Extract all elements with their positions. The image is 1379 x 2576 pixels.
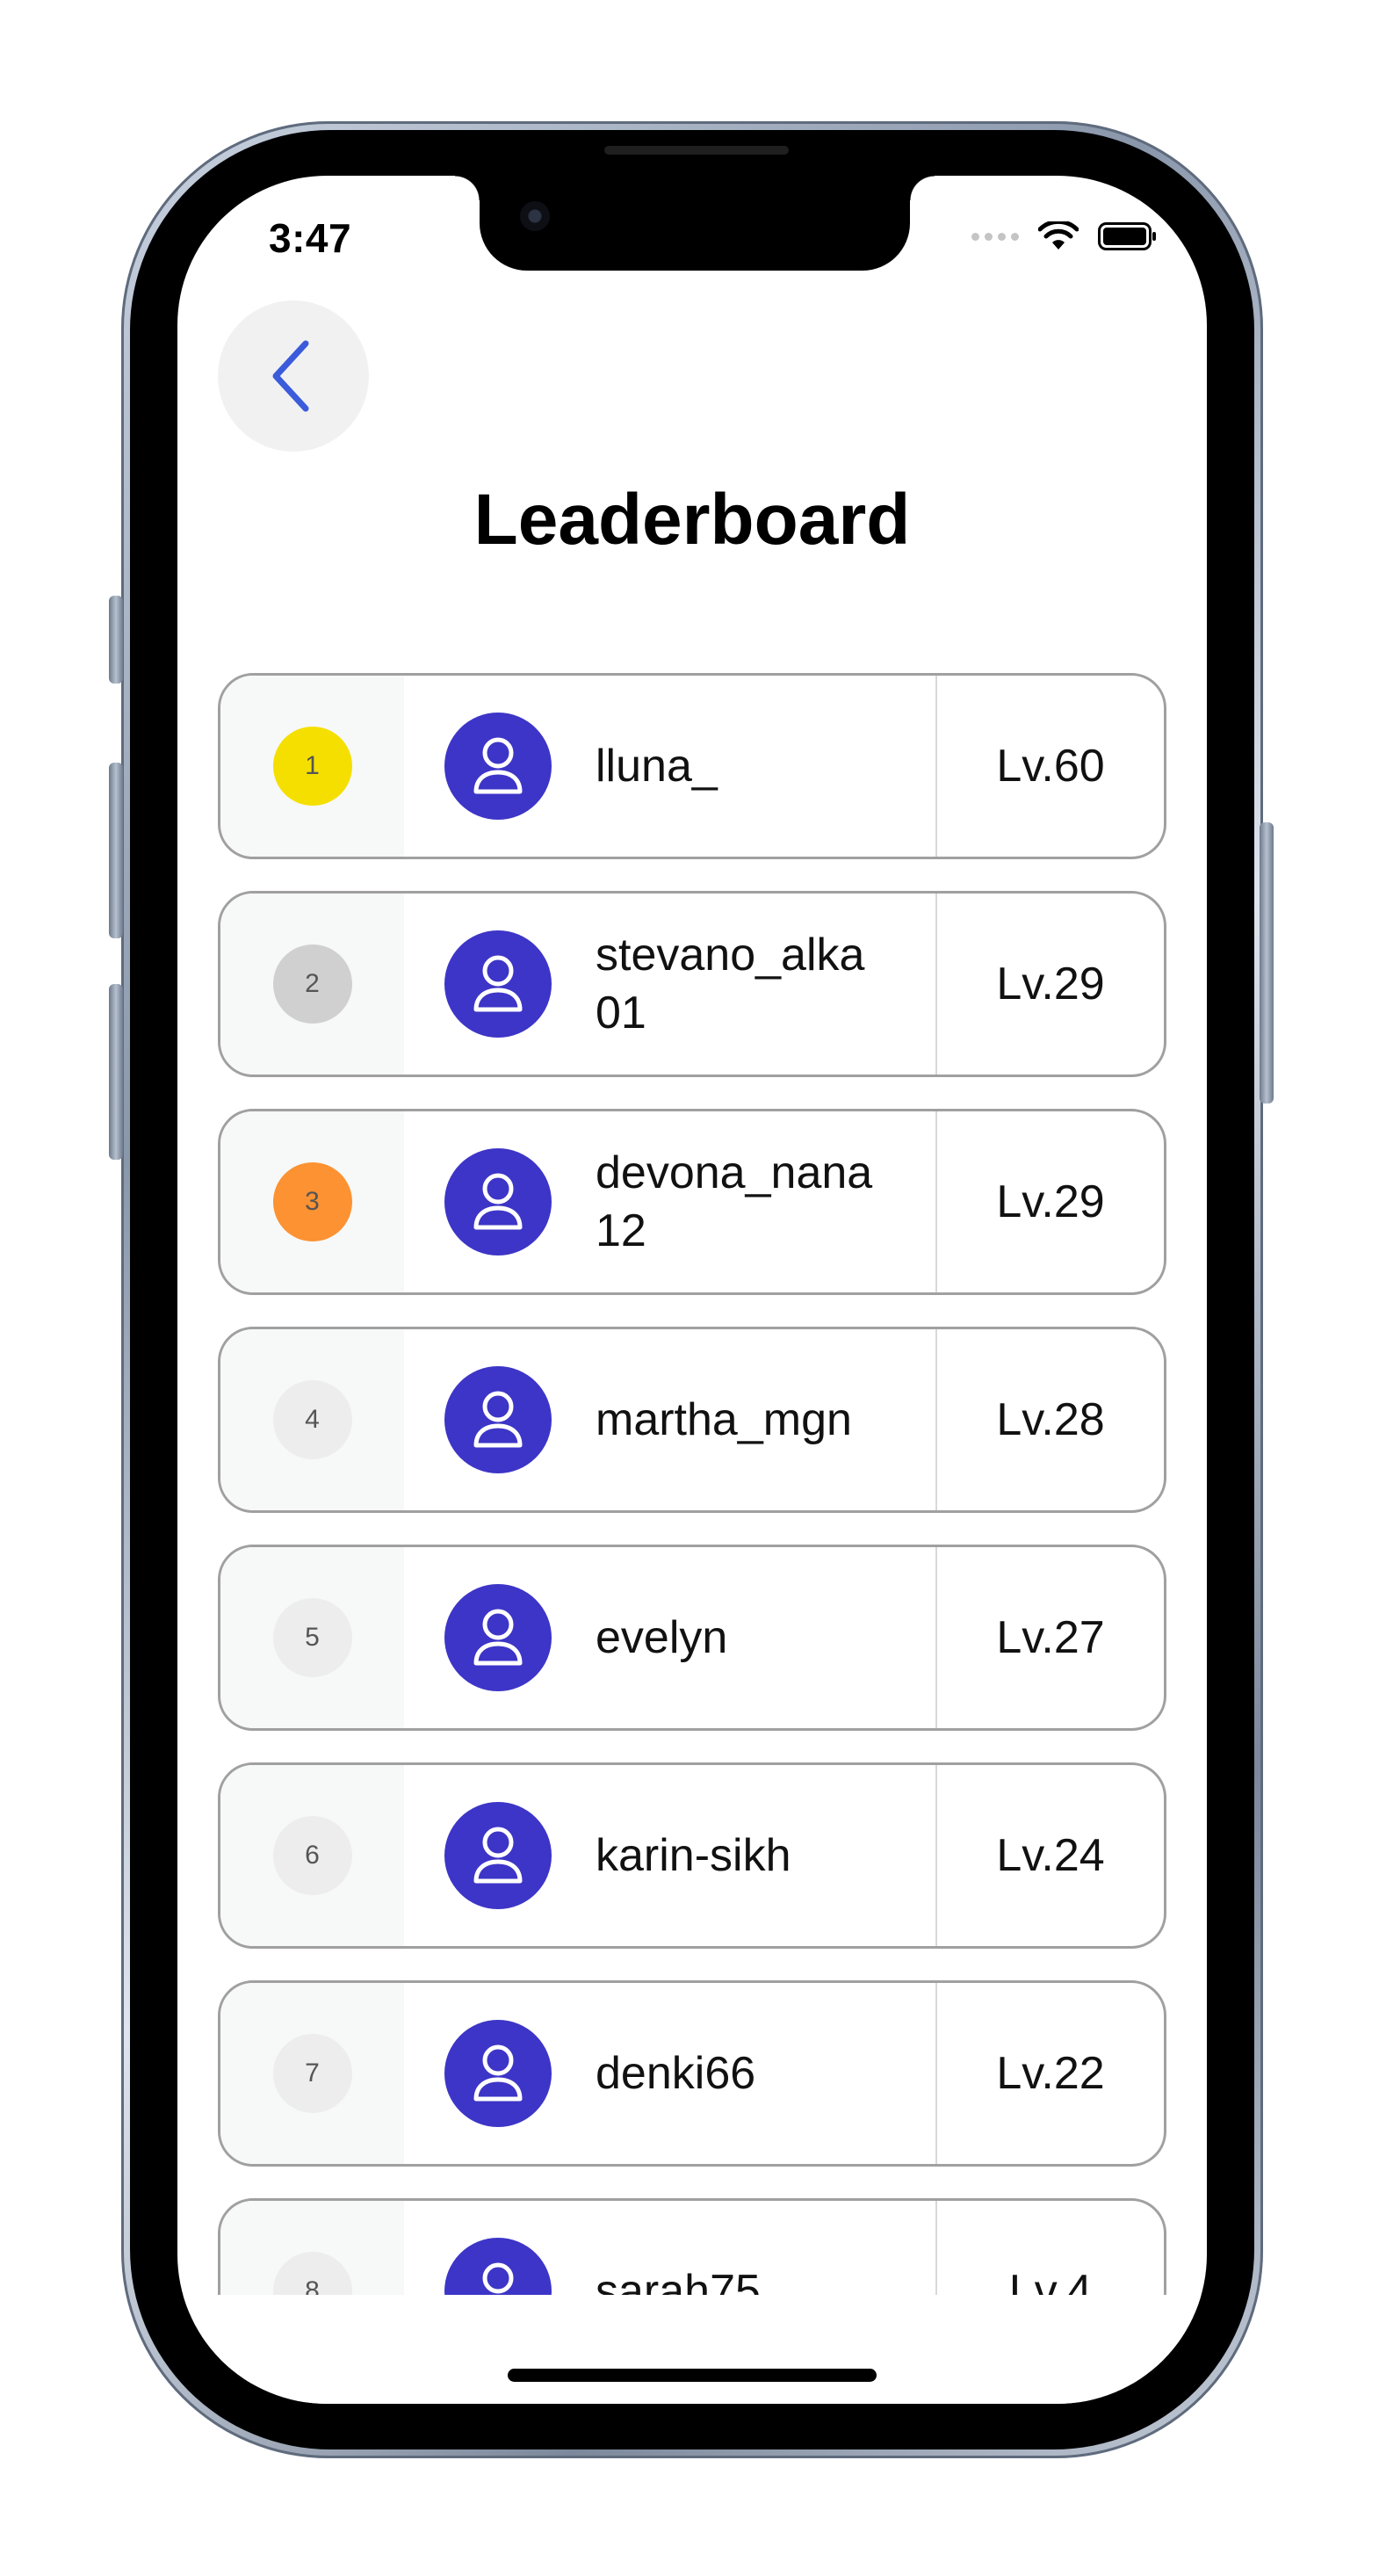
user-icon: [473, 737, 523, 794]
rank-badge: 6: [272, 1816, 352, 1895]
user-cell: stevano_alka01: [404, 894, 935, 1075]
leaderboard-row[interactable]: 1 lluna_ Lv.60: [218, 673, 1166, 859]
silent-switch: [109, 596, 123, 684]
back-button[interactable]: [218, 300, 369, 452]
wifi-icon: [1038, 221, 1079, 250]
user-cell: martha_mgn: [404, 1329, 935, 1510]
user-icon: [473, 1827, 523, 1884]
level-label: Lv.22: [935, 1983, 1164, 2164]
leaderboard-list: 1 lluna_ Lv.60 2 stevano_alka01 Lv.29 3 …: [218, 673, 1166, 2404]
user-icon: [473, 1391, 523, 1448]
user-cell: evelyn: [404, 1547, 935, 1728]
rank-cell: 2: [220, 894, 404, 1075]
user-cell: devona_nana12: [404, 1111, 935, 1292]
rank-cell: 4: [220, 1329, 404, 1510]
avatar: [444, 1366, 552, 1473]
device-mockup: 3:47 Leaderboard 1 lluna_ Lv.60 2 stevan…: [0, 0, 1379, 2576]
user-icon: [473, 1609, 523, 1666]
chevron-left-icon: [272, 340, 309, 412]
leaderboard-row[interactable]: 6 karin-sikh Lv.24: [218, 1762, 1166, 1949]
front-camera: [520, 201, 550, 231]
avatar: [444, 930, 552, 1038]
username: lluna_: [596, 741, 718, 792]
username: stevano_alka01: [596, 930, 865, 1038]
page-title: Leaderboard: [473, 480, 911, 560]
rank-badge: 2: [272, 944, 352, 1024]
username: evelyn: [596, 1612, 728, 1663]
avatar: [444, 1148, 552, 1255]
rank-badge: 3: [272, 1162, 352, 1241]
leaderboard-row[interactable]: 4 martha_mgn Lv.28: [218, 1327, 1166, 1513]
volume-up-button: [109, 763, 123, 938]
level-label: Lv.27: [935, 1547, 1164, 1728]
avatar: [444, 1802, 552, 1909]
level-label: Lv.29: [935, 894, 1164, 1075]
leaderboard-row[interactable]: 5 evelyn Lv.27: [218, 1545, 1166, 1731]
rank-cell: 5: [220, 1547, 404, 1728]
username: devona_nana12: [596, 1147, 873, 1256]
rank-cell: 7: [220, 1983, 404, 2164]
avatar: [444, 2020, 552, 2127]
app-screen: 3:47 Leaderboard 1 lluna_ Lv.60 2 stevan…: [177, 176, 1207, 2404]
user-cell: lluna_: [404, 676, 935, 857]
rank-cell: 1: [220, 676, 404, 857]
level-label: Lv.60: [935, 676, 1164, 857]
user-cell: denki66: [404, 1983, 935, 2164]
rank-cell: 3: [220, 1111, 404, 1292]
user-icon: [473, 2044, 523, 2102]
power-button: [1260, 822, 1274, 1103]
bottom-safe-area: [177, 2295, 1207, 2404]
level-label: Lv.28: [935, 1329, 1164, 1510]
rank-badge: 4: [272, 1380, 352, 1459]
username: martha_mgn: [596, 1394, 852, 1445]
rank-badge: 7: [272, 2034, 352, 2113]
status-time: 3:47: [269, 215, 352, 261]
username: karin-sikh: [596, 1830, 791, 1881]
cellular-signal-icon: [971, 232, 1019, 241]
level-label: Lv.29: [935, 1111, 1164, 1292]
earpiece-speaker: [604, 146, 789, 155]
user-icon: [473, 955, 523, 1012]
status-icons: [971, 221, 1158, 251]
avatar: [444, 713, 552, 820]
level-label: Lv.24: [935, 1765, 1164, 1946]
avatar: [444, 1584, 552, 1691]
rank-cell: 6: [220, 1765, 404, 1946]
leaderboard-row[interactable]: 7 denki66 Lv.22: [218, 1980, 1166, 2167]
leaderboard-row[interactable]: 3 devona_nana12 Lv.29: [218, 1109, 1166, 1295]
username: denki66: [596, 2048, 756, 2099]
rank-badge: 5: [272, 1598, 352, 1677]
user-icon: [473, 1173, 523, 1230]
user-cell: karin-sikh: [404, 1765, 935, 1946]
home-indicator[interactable]: [508, 2369, 877, 2382]
battery-icon: [1098, 222, 1156, 250]
rank-badge: 1: [272, 727, 352, 806]
volume-down-button: [109, 984, 123, 1160]
leaderboard-row[interactable]: 2 stevano_alka01 Lv.29: [218, 891, 1166, 1077]
